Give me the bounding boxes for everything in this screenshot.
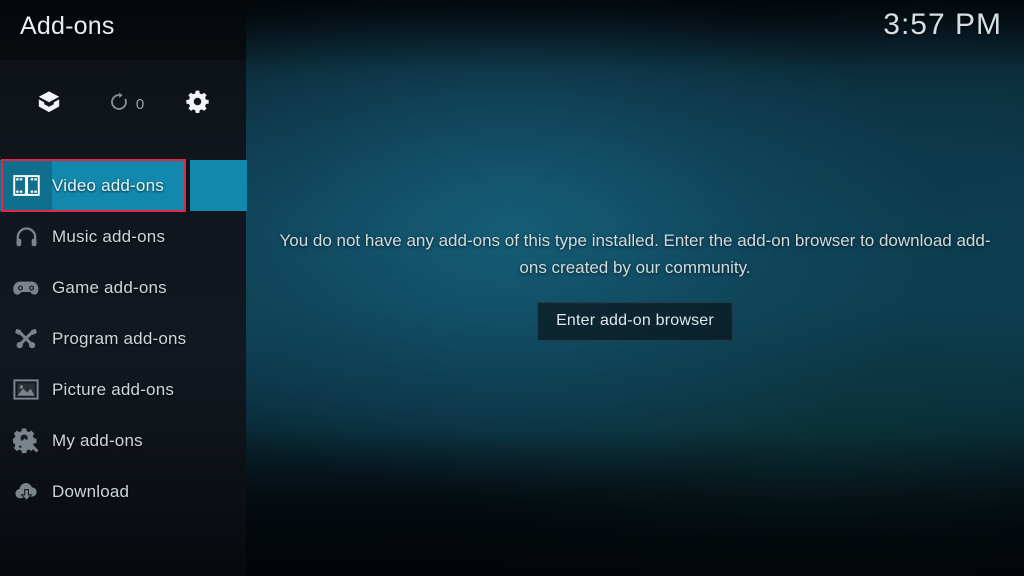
gear-wrench-icon bbox=[0, 415, 52, 466]
install-from-zip-button[interactable] bbox=[28, 82, 70, 126]
sidebar-item-program-add-ons[interactable]: Program add-ons bbox=[0, 313, 246, 364]
sidebar-item-label: Video add-ons bbox=[52, 175, 164, 195]
sidebar-item-picture-add-ons[interactable]: Picture add-ons bbox=[0, 364, 246, 415]
refresh-icon bbox=[108, 91, 130, 118]
sidebar-item-label: Program add-ons bbox=[52, 328, 187, 348]
check-for-updates-button[interactable]: 0 bbox=[92, 82, 160, 126]
gamepad-icon bbox=[0, 262, 52, 313]
sidebar-item-label: Picture add-ons bbox=[52, 379, 175, 399]
page-title: Add-ons bbox=[20, 12, 115, 40]
sidebar: Add-ons 0 Video add-ons Music add-ons Ga… bbox=[0, 0, 247, 576]
main-content: You do not have any add-ons of this type… bbox=[246, 0, 1024, 576]
sidebar-item-download[interactable]: Download bbox=[0, 466, 246, 517]
cloud-download-icon bbox=[0, 466, 52, 517]
picture-icon bbox=[0, 364, 52, 415]
tools-icon bbox=[0, 313, 52, 364]
sidebar-item-my-add-ons[interactable]: My add-ons bbox=[0, 415, 246, 466]
headphones-icon bbox=[0, 211, 52, 262]
sidebar-item-label: My add-ons bbox=[52, 430, 143, 450]
sidebar-menu: Video add-ons Music add-ons Game add-ons… bbox=[0, 159, 247, 517]
kodi-addons-screen: Add-ons 0 Video add-ons Music add-ons Ga… bbox=[0, 0, 1024, 576]
sidebar-item-label: Download bbox=[52, 481, 130, 501]
film-strip-icon bbox=[0, 160, 52, 211]
selection-gap bbox=[186, 160, 190, 211]
sidebar-item-label: Game add-ons bbox=[52, 277, 167, 297]
empty-state: You do not have any add-ons of this type… bbox=[272, 227, 998, 341]
sidebar-item-label: Music add-ons bbox=[52, 226, 166, 246]
enter-addon-browser-button[interactable]: Enter add-on browser bbox=[537, 302, 733, 341]
package-icon bbox=[36, 89, 62, 120]
sidebar-item-video-add-ons[interactable]: Video add-ons bbox=[0, 159, 247, 212]
gear-icon bbox=[185, 89, 210, 119]
update-count-label: 0 bbox=[135, 95, 145, 113]
settings-button[interactable] bbox=[176, 82, 218, 126]
sidebar-item-music-add-ons[interactable]: Music add-ons bbox=[0, 211, 246, 262]
empty-state-message: You do not have any add-ons of this type… bbox=[279, 231, 991, 277]
sidebar-toolbar: 0 bbox=[0, 82, 246, 126]
sidebar-item-game-add-ons[interactable]: Game add-ons bbox=[0, 262, 246, 313]
